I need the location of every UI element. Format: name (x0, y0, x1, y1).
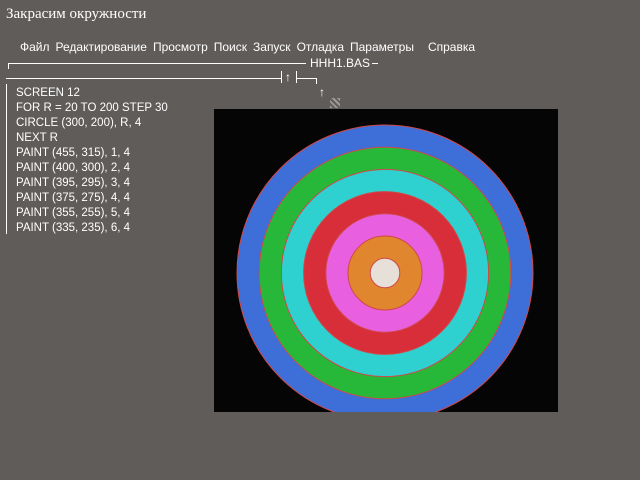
code-editor[interactable]: SCREEN 12 FOR R = 20 TO 200 STEP 30 CIRC… (6, 84, 207, 234)
scroll-up-arrow-icon[interactable]: ↑ (319, 86, 325, 98)
code-line: PAINT (355, 255), 5, 4 (16, 207, 130, 219)
menu-run[interactable]: Запуск (253, 40, 291, 56)
code-lines: SCREEN 12 FOR R = 20 TO 200 STEP 30 CIRC… (16, 86, 168, 236)
code-line: PAINT (395, 295), 3, 4 (16, 177, 130, 189)
code-line: SCREEN 12 (16, 87, 80, 99)
ring-7 (369, 257, 401, 289)
editor-frame-top-left (8, 63, 306, 64)
divider-right-drop (316, 78, 317, 84)
menu-bar: Файл Редактирование Просмотр Поиск Запус… (20, 40, 475, 56)
editor-frame-top-right (372, 63, 378, 64)
menu-options[interactable]: Параметры (350, 40, 414, 56)
editor-frame-corner (8, 63, 9, 69)
menu-view[interactable]: Просмотр (153, 40, 208, 56)
divider-right-segment (296, 78, 316, 79)
menu-debug[interactable]: Отладка (297, 40, 344, 56)
menu-search[interactable]: Поиск (214, 40, 247, 56)
slide-title: Закрасим окружности (6, 6, 147, 22)
concentric-circles-graphic (236, 124, 534, 412)
code-line: PAINT (455, 315), 1, 4 (16, 147, 130, 159)
editor-divider (6, 78, 282, 79)
editor-filename: HHH1.BAS (310, 56, 371, 70)
code-line: CIRCLE (300, 200), R, 4 (16, 117, 142, 129)
divider-tick-left (281, 71, 282, 83)
code-line: NEXT R (16, 132, 58, 144)
code-line: PAINT (400, 300), 2, 4 (16, 162, 130, 174)
code-line: FOR R = 20 TO 200 STEP 30 (16, 102, 168, 114)
divider-tick-right (296, 71, 297, 83)
program-output-screen (214, 109, 558, 412)
menu-file[interactable]: Файл (20, 40, 50, 56)
maximize-arrow-icon[interactable]: ↑ (285, 71, 291, 83)
scrollbar-thumb[interactable] (330, 98, 340, 108)
menu-edit[interactable]: Редактирование (56, 40, 147, 56)
menu-help[interactable]: Справка (428, 40, 475, 56)
code-line: PAINT (335, 235), 6, 4 (16, 222, 130, 234)
code-line: PAINT (375, 275), 4, 4 (16, 192, 130, 204)
